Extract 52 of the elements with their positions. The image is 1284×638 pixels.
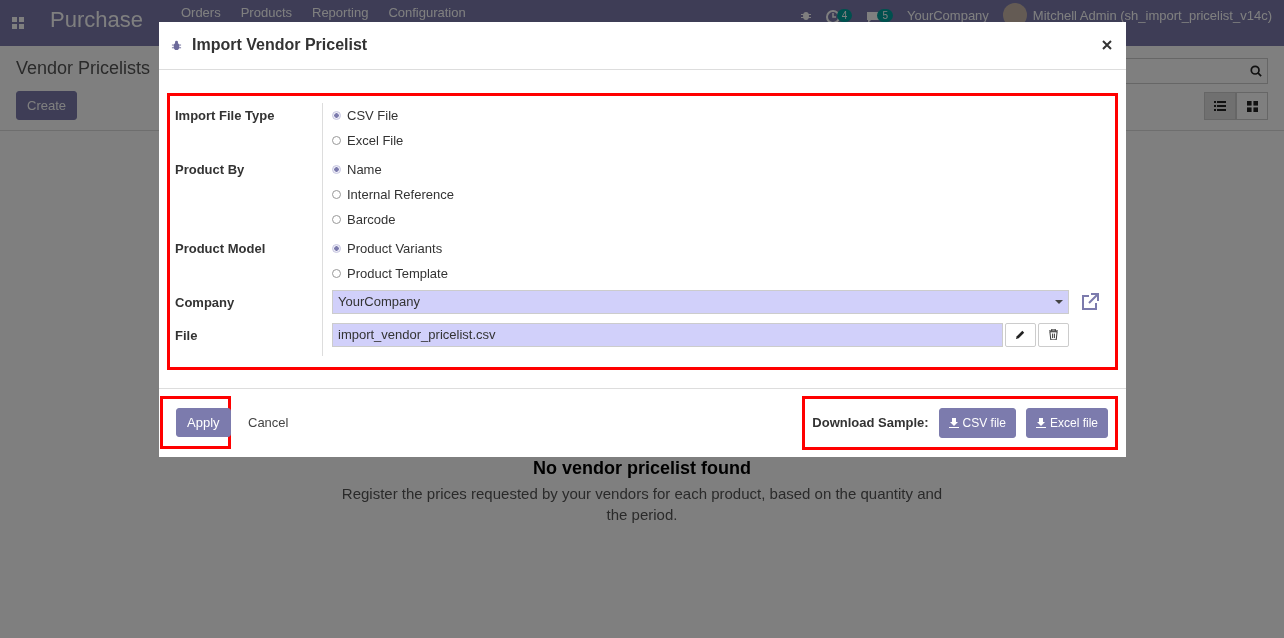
radio-option[interactable]: Barcode xyxy=(332,206,396,232)
radio-option[interactable]: Product Variants xyxy=(332,235,443,261)
nav-menu-item[interactable]: Products xyxy=(240,5,292,20)
grid-icon xyxy=(1246,100,1258,112)
pencil-icon xyxy=(1015,329,1026,341)
field-label: Product By xyxy=(175,156,323,236)
download-button[interactable]: Excel file xyxy=(1025,407,1108,438)
search-icon[interactable] xyxy=(1250,65,1262,77)
clock-icon[interactable] xyxy=(825,10,840,24)
user-menu[interactable]: Mitchell Admin (sh_import_pricelist_v14c) xyxy=(1032,7,1272,23)
download-sample-label: Download Sample: xyxy=(812,415,929,431)
download-icon xyxy=(948,417,959,428)
apply-button[interactable]: Apply xyxy=(176,408,231,438)
list-icon xyxy=(1214,101,1226,111)
create-button[interactable]: Create xyxy=(16,91,78,120)
search-field[interactable] xyxy=(1125,58,1268,84)
apps-menu-icon[interactable] xyxy=(12,17,24,29)
radio-option[interactable]: Excel File xyxy=(332,127,404,153)
kanban-view-button[interactable] xyxy=(1236,92,1268,120)
radio-option[interactable]: Name xyxy=(332,156,382,182)
radio-option[interactable]: Internal Reference xyxy=(332,181,454,207)
company-select[interactable]: YourCompany xyxy=(332,289,1069,314)
nav-menu-item[interactable]: Configuration xyxy=(388,5,466,20)
company-switcher[interactable]: YourCompany xyxy=(906,7,989,23)
field-label: File xyxy=(175,322,323,356)
activity-count-badge: 4 xyxy=(836,8,853,22)
field-label: Import File Type xyxy=(175,102,323,157)
edit-button[interactable] xyxy=(1005,322,1036,347)
page-title: Vendor Pricelists xyxy=(16,58,151,79)
field-label: Product Model xyxy=(175,235,323,290)
bug-icon[interactable] xyxy=(799,9,812,21)
dialog-title: Import Vendor Pricelist xyxy=(192,36,369,55)
bug-icon xyxy=(171,39,182,51)
message-count-badge: 5 xyxy=(877,8,893,22)
app-name[interactable]: Purchase xyxy=(50,7,143,33)
caret-icon xyxy=(1055,299,1063,304)
radio-option[interactable]: CSV File xyxy=(332,102,399,128)
empty-state-title: No vendor pricelist found xyxy=(533,458,751,479)
external-link-icon[interactable] xyxy=(1081,292,1099,311)
empty-state-text: Register the prices requested by your vendors for each product, based on the quantity and the period. xyxy=(340,484,944,525)
nav-menu-item[interactable]: Orders xyxy=(180,5,221,20)
list-view-button[interactable] xyxy=(1204,92,1236,120)
radio-option[interactable]: Product Template xyxy=(332,260,448,286)
nav-menu-item[interactable]: Reporting xyxy=(312,5,369,20)
download-icon xyxy=(1035,417,1046,428)
delete-button[interactable] xyxy=(1038,322,1069,347)
close-icon[interactable] xyxy=(1102,40,1112,51)
field-label: Company xyxy=(175,289,323,323)
download-button[interactable]: CSV file xyxy=(938,407,1016,438)
file-field[interactable]: import_vendor_pricelist.csv xyxy=(332,322,1003,347)
trash-icon xyxy=(1049,329,1058,341)
cancel-button[interactable]: Cancel xyxy=(244,411,293,435)
